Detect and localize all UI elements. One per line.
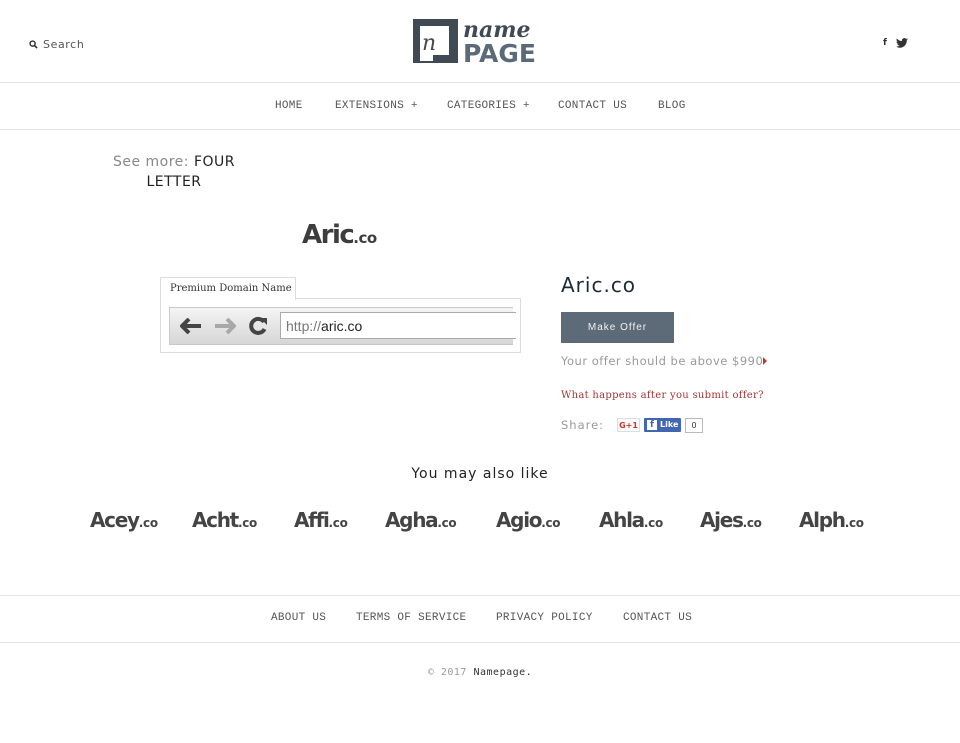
related-domain-name: Ahla — [599, 508, 645, 532]
browser-mockup: http://aric.co — [160, 298, 521, 353]
related-domain-tld: .co — [437, 516, 457, 530]
related-domain-tld: .co — [138, 516, 158, 530]
copyright-text: © 2017 — [427, 667, 467, 678]
see-more-label: See more: — [112, 154, 190, 170]
related-domain-tld: .co — [237, 516, 257, 530]
nav-categories[interactable]: CATEGORIES + — [447, 100, 530, 112]
logo-word-page: PAGE — [463, 39, 536, 64]
related-domain-name: Affi — [294, 508, 330, 532]
facebook-like-count: 0 — [685, 418, 703, 433]
related-domain-name: Acey — [90, 508, 140, 532]
main-nav: HOME EXTENSIONS + CATEGORIES + CONTACT U… — [0, 83, 960, 130]
search-label: Search — [43, 38, 85, 51]
nav-contact-us[interactable]: CONTACT US — [558, 100, 627, 112]
browser-url-field: http://aric.co — [280, 312, 516, 339]
url-prefix: http:// — [286, 318, 322, 334]
nav-extensions[interactable]: EXTENSIONS + — [335, 100, 418, 112]
copyright-brand-link[interactable]: Namepage. — [473, 667, 532, 678]
footer-nav: ABOUT US TERMS OF SERVICE PRIVACY POLICY… — [0, 595, 960, 643]
forward-arrow-icon — [215, 318, 236, 334]
twitter-icon[interactable] — [895, 38, 908, 48]
related-domain[interactable]: Ahla.co — [599, 508, 663, 532]
google-plus-button[interactable]: G+1 — [617, 418, 640, 432]
caret-right-icon — [763, 357, 767, 365]
site-header: Search n name PAGE f — [0, 0, 960, 83]
domain-title: Aric.co — [561, 273, 637, 297]
related-domain-name: Ajes — [700, 508, 744, 532]
premium-domain-tab: Premium Domain Name — [160, 277, 296, 300]
also-like-title: You may also like — [411, 466, 549, 482]
logo-monogram: n — [422, 31, 436, 56]
back-arrow-icon — [180, 318, 201, 334]
related-domain-tld: .co — [643, 516, 663, 530]
footer-about-us[interactable]: ABOUT US — [271, 612, 326, 624]
facebook-icon: f — [647, 420, 657, 430]
browser-toolbar: http://aric.co — [169, 307, 516, 345]
related-domain[interactable]: Alph.co — [799, 508, 864, 532]
related-domain[interactable]: Ajes.co — [700, 508, 762, 532]
related-domain[interactable]: Acey.co — [90, 508, 158, 532]
url-host: aric.co — [321, 318, 363, 334]
footer-contact-us[interactable]: CONTACT US — [623, 612, 692, 624]
related-domain-tld: .co — [742, 516, 762, 530]
related-domain-name: Acht — [192, 508, 239, 532]
domain-logo-tld: .co — [353, 229, 377, 247]
search-icon — [29, 40, 38, 49]
related-domain[interactable]: Agio.co — [496, 508, 561, 532]
site-logo[interactable]: n name PAGE — [413, 17, 549, 64]
footer-terms-of-service[interactable]: TERMS OF SERVICE — [356, 612, 466, 624]
domain-logo: Aric.co — [302, 220, 377, 250]
offer-minimum-note: Your offer should be above $990 — [561, 354, 764, 368]
facebook-like-label: Like — [660, 420, 679, 429]
related-domain-tld: .co — [541, 516, 561, 530]
related-domain-tld: .co — [328, 516, 348, 530]
offer-help-link[interactable]: What happens after you submit offer? — [561, 390, 764, 401]
related-domain[interactable]: Acht.co — [192, 508, 257, 532]
facebook-icon[interactable]: f — [883, 38, 887, 48]
share-label: Share: — [561, 418, 605, 432]
see-more: See more: FOUR LETTER — [104, 152, 244, 192]
nav-home[interactable]: HOME — [275, 100, 303, 112]
related-domain[interactable]: Agha.co — [385, 508, 457, 532]
related-domain-name: Agio — [496, 508, 543, 532]
related-domain-tld: .co — [844, 516, 864, 530]
make-offer-button[interactable]: Make Offer — [561, 312, 674, 343]
reload-icon — [249, 316, 267, 335]
related-domain-name: Agha — [385, 508, 439, 532]
domain-logo-name: Aric — [302, 220, 355, 250]
copyright: © 2017 Namepage. — [0, 667, 960, 678]
footer-privacy-policy[interactable]: PRIVACY POLICY — [496, 612, 593, 624]
related-domain-name: Alph — [799, 508, 846, 532]
search-button[interactable]: Search — [29, 38, 84, 51]
facebook-like-button[interactable]: f Like — [644, 418, 681, 432]
nav-blog[interactable]: BLOG — [658, 100, 686, 112]
social-links: f — [883, 38, 908, 48]
related-domain[interactable]: Affi.co — [294, 508, 348, 532]
